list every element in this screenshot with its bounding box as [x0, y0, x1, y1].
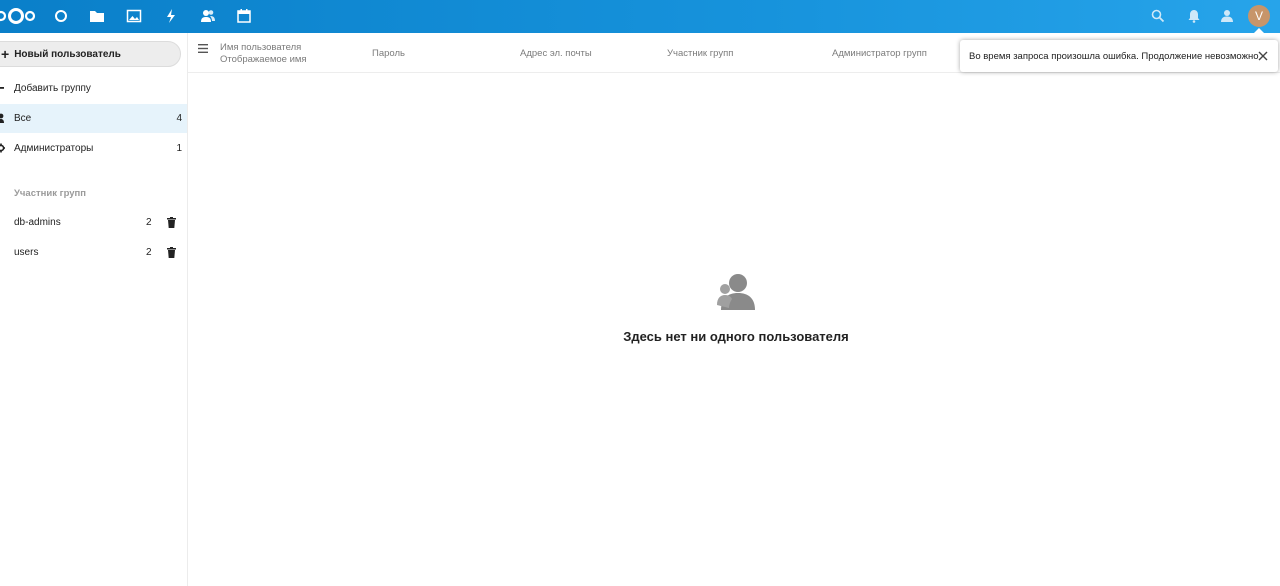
group-label: users — [14, 247, 39, 258]
new-user-button[interactable]: + Новый пользователь — [0, 41, 181, 67]
gear-icon — [0, 143, 8, 153]
column-email: Адрес эл. почты — [520, 48, 592, 59]
column-username[interactable]: Имя пользователя — [220, 42, 301, 53]
sidebar-item-label: Администраторы — [14, 143, 94, 154]
new-user-label: Новый пользователь — [14, 48, 121, 60]
column-groups: Участник групп — [667, 48, 734, 59]
trash-icon[interactable] — [167, 217, 176, 228]
user-avatar[interactable]: V — [1248, 5, 1270, 27]
contacts-menu-icon[interactable] — [1219, 8, 1235, 24]
users-empty-icon — [717, 274, 755, 310]
empty-state-text: Здесь нет ни одного пользователя — [623, 329, 849, 344]
notifications-icon[interactable] — [1186, 8, 1202, 24]
add-icon — [0, 83, 8, 93]
column-group-admin: Администратор групп — [832, 48, 927, 59]
groups-caption: Участник групп — [14, 188, 87, 199]
sidebar-item-label: Все — [14, 113, 32, 124]
contacts-app-icon[interactable] — [200, 8, 216, 24]
user-icon — [0, 113, 8, 123]
calendar-app-icon[interactable] — [236, 8, 252, 24]
column-password: Пароль — [372, 48, 405, 59]
top-header: V — [0, 0, 1280, 34]
plus-icon: + — [1, 46, 10, 62]
sidebar-group-db-admins[interactable]: db-admins 2 — [0, 208, 187, 237]
search-icon[interactable] — [1150, 8, 1166, 24]
group-count: 2 — [146, 247, 152, 258]
dashboard-app-circle-icon[interactable] — [53, 8, 69, 24]
group-count: 2 — [146, 217, 152, 228]
toast-message: Во время запроса произошла ошибка. Продо… — [969, 51, 1259, 62]
photos-app-image-icon[interactable] — [126, 8, 142, 24]
files-app-folder-icon[interactable] — [89, 8, 105, 24]
error-toast: Во время запроса произошла ошибка. Продо… — [960, 40, 1278, 72]
sidebar-item-count: 4 — [176, 113, 182, 124]
sidebar-item-all[interactable]: Все 4 — [0, 104, 187, 133]
sidebar-group-users[interactable]: users 2 — [0, 238, 187, 267]
column-display-name[interactable]: Отображаемое имя — [220, 54, 307, 65]
activity-app-lightning-icon[interactable] — [163, 8, 179, 24]
sidebar-item-admins[interactable]: Администраторы 1 — [0, 134, 187, 163]
close-icon[interactable] — [1256, 49, 1270, 63]
hamburger-menu-icon[interactable] — [198, 44, 208, 53]
nextcloud-logo-icon[interactable] — [0, 6, 36, 26]
add-group-button[interactable]: Добавить группу — [0, 74, 187, 103]
group-label: db-admins — [14, 217, 61, 228]
add-group-label: Добавить группу — [14, 83, 91, 94]
sidebar: + Новый пользователь Добавить группу Все… — [0, 33, 188, 586]
trash-icon[interactable] — [167, 247, 176, 258]
sidebar-item-count: 1 — [176, 143, 182, 154]
